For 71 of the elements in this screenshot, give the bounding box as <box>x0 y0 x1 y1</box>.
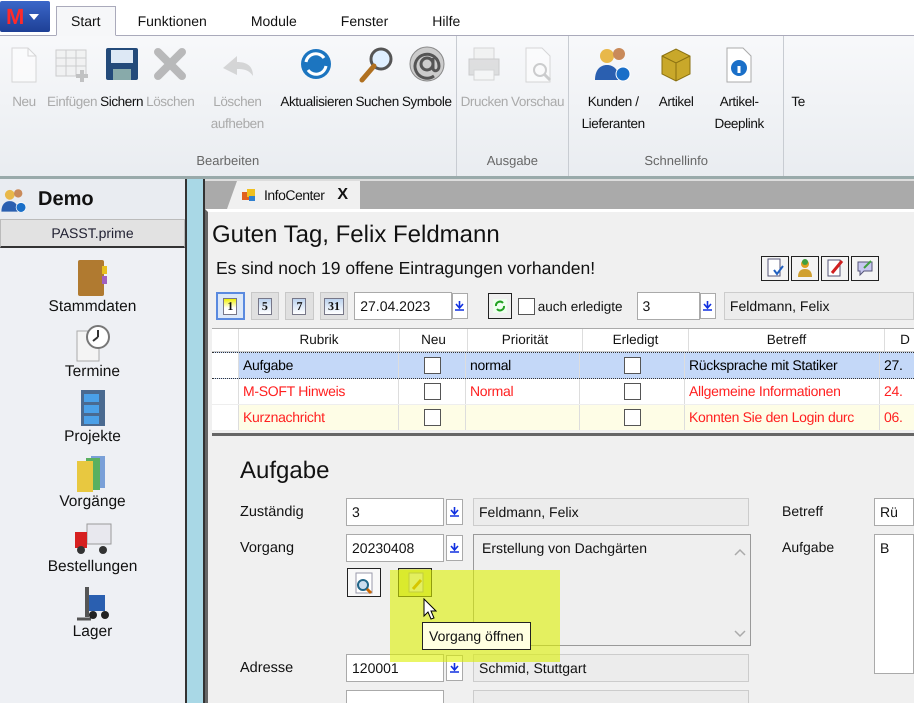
table-cell: 27. <box>884 357 903 373</box>
company-label: PASST.prime <box>0 219 185 248</box>
text-area[interactable]: B <box>874 534 914 674</box>
ribbon-button[interactable]: Te <box>788 44 808 113</box>
input-field[interactable]: 120001 <box>346 654 444 682</box>
table-cell: M-SOFT Hinweis <box>243 383 346 399</box>
sidebar-item[interactable]: Vorgänge <box>59 453 126 511</box>
table-cell: 24. <box>884 383 903 399</box>
app-logo: M <box>6 4 24 28</box>
calendar-view-button[interactable]: 1 <box>216 292 245 320</box>
calendar-view-button[interactable]: 7 <box>285 292 314 320</box>
input-field[interactable]: 20230408 <box>346 534 444 562</box>
ribbon-button[interactable]: Symbole <box>402 44 452 153</box>
input-field[interactable]: Rü <box>874 498 914 526</box>
ribbon-button[interactable]: Aktualisieren <box>280 44 352 153</box>
table-row[interactable]: Kurznachricht Konnten Sie den Login durc 06. <box>212 405 914 431</box>
menu-tab[interactable]: Fenster <box>318 6 410 36</box>
sidebar-item[interactable]: Termine <box>64 323 120 381</box>
field-label: Betreff <box>782 502 824 521</box>
table-cell: Konnten Sie den Login durc <box>689 409 854 425</box>
close-button[interactable]: X <box>337 186 348 204</box>
field-label: Aufgabe <box>782 538 836 557</box>
ribbon-button[interactable]: Sichern <box>100 44 144 153</box>
name-field: Feldmann, Felix <box>473 498 749 526</box>
section-title: Aufgabe <box>240 456 330 486</box>
table-row[interactable]: Aufgabe normal Rücksprache mit Statiker 27. <box>212 352 914 379</box>
open-entries-message: Es sind noch 19 offene Eintragungen vorhanden! <box>215 258 596 278</box>
table-cell: Kurznachricht <box>243 409 325 425</box>
user-name-field: Feldmann, Felix <box>724 292 914 320</box>
sidebar-title: Demo <box>38 188 94 210</box>
group-label: Ausgabe <box>486 153 540 170</box>
ribbon-button[interactable]: Artikel <box>656 44 696 153</box>
sidebar-item[interactable]: Bestellungen <box>48 518 138 576</box>
sidebar-item[interactable]: Lager <box>72 583 112 641</box>
menu-tab[interactable]: Module <box>228 6 319 36</box>
sidebar-item[interactable]: Projekte <box>64 388 121 446</box>
column-header[interactable]: Priorität <box>467 329 582 351</box>
menu-tab[interactable]: Funktionen <box>116 6 229 36</box>
date-field[interactable]: 27.04.2023 <box>354 292 452 320</box>
greeting: Guten Tag, Felix Feldmann <box>212 220 501 250</box>
ribbon-button[interactable]: Kunden / Lieferanten <box>573 44 654 153</box>
tooltip: Vorgang öffnen <box>422 622 531 650</box>
menu-tab[interactable]: Start <box>56 6 116 36</box>
column-header[interactable]: Rubrik <box>238 329 399 351</box>
sidebar-item[interactable]: Stammdaten <box>48 258 136 316</box>
group-label: Schnellinfo <box>643 153 709 170</box>
table-cell: Normal <box>470 383 514 399</box>
document-tab[interactable]: InfoCenter X <box>227 181 360 209</box>
table-cell: Rücksprache mit Statiker <box>689 357 838 373</box>
field-label: Adresse <box>240 660 294 676</box>
table-cell: Aufgabe <box>243 357 294 373</box>
ribbon-button[interactable]: Artikel-Deeplink <box>699 44 780 153</box>
calendar-view-button[interactable]: 5 <box>250 292 280 320</box>
name-field: Schmid, Stuttgart <box>473 654 749 682</box>
table-cell: Allgemeine Informationen <box>689 383 841 399</box>
column-header[interactable]: D <box>884 329 914 351</box>
user-id-field[interactable]: 3 <box>636 292 700 320</box>
table-cell: 06. <box>884 409 903 425</box>
table-cell: normal <box>470 357 511 373</box>
column-header[interactable]: Neu <box>399 329 467 351</box>
field-label: Zuständig <box>240 504 305 520</box>
column-header[interactable]: Erledigt <box>582 329 688 351</box>
calendar-view-button[interactable]: 31 <box>320 292 348 320</box>
input-field[interactable]: 3 <box>346 498 444 526</box>
column-header[interactable]: Betreff <box>688 329 884 351</box>
menu-tab[interactable]: Hilfe <box>410 6 482 36</box>
ribbon-button[interactable]: Suchen <box>355 44 399 153</box>
tab-label: InfoCenter <box>264 187 324 203</box>
group-label: Bearbeiten <box>195 153 260 170</box>
checkbox-label: auch erledigte <box>538 298 622 314</box>
field-label: Vorgang <box>240 540 296 556</box>
